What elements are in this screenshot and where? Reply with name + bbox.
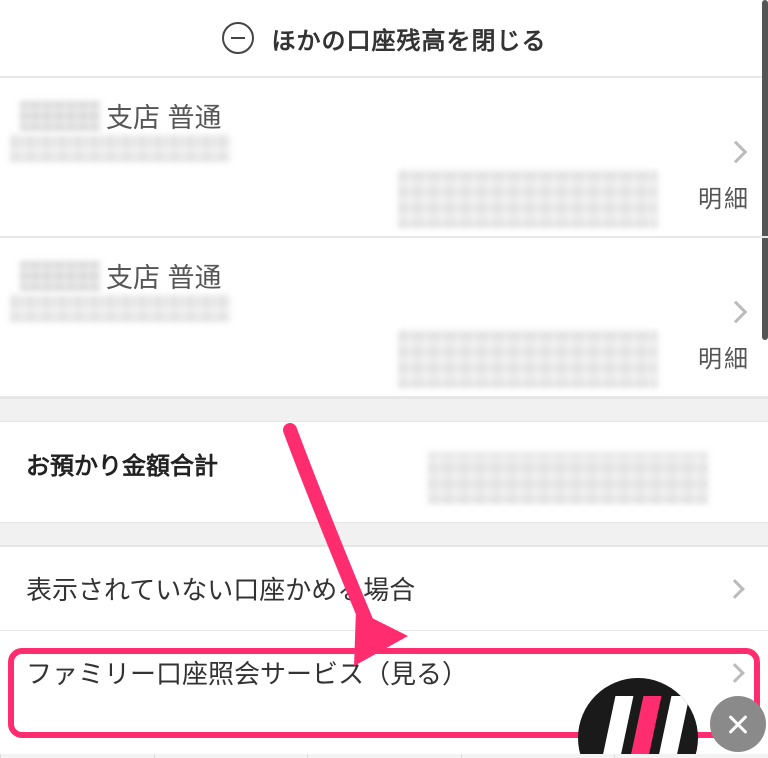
- chevron-right-icon: [725, 301, 748, 324]
- redacted-branch-name: [20, 261, 100, 291]
- close-other-balances-toggle[interactable]: ほかの口座残高を閉じる: [0, 0, 768, 78]
- account-row[interactable]: 支店 普通 明細: [0, 78, 768, 238]
- account-type-label: 支店 普通: [106, 256, 222, 295]
- redacted-total-amount: [428, 452, 708, 504]
- redacted-balance: [398, 170, 658, 228]
- chevron-right-icon: [725, 663, 745, 683]
- bottom-nav-placeholder: [0, 754, 768, 758]
- redacted-account-number: [10, 294, 230, 322]
- account-type-label: 支店 普通: [106, 96, 222, 135]
- minus-circle-icon: [222, 22, 254, 54]
- section-divider: [0, 398, 768, 422]
- account-row[interactable]: 支店 普通 明細: [0, 238, 768, 398]
- detail-link-label: 明細: [698, 339, 750, 374]
- collapse-label: ほかの口座残高を閉じる: [272, 21, 547, 56]
- account-title: 支店 普通: [20, 96, 742, 135]
- redacted-account-number: [10, 134, 230, 162]
- redacted-branch-name: [20, 101, 100, 131]
- detail-link-label: 明細: [698, 179, 750, 214]
- total-deposit-row: お預かり金額合計: [0, 422, 768, 522]
- redacted-balance: [398, 330, 658, 388]
- close-fab-button[interactable]: [710, 696, 766, 752]
- link-label: 表示されていない口座かめる場合: [26, 570, 415, 607]
- chevron-right-icon: [725, 579, 745, 599]
- link-label: ファミリー口座照会サービス（見る）: [26, 654, 468, 691]
- account-title: 支店 普通: [20, 256, 742, 295]
- missing-account-link[interactable]: 表示されていない口座かめる場合: [0, 546, 768, 630]
- section-divider: [0, 522, 768, 546]
- chevron-right-icon: [725, 141, 748, 164]
